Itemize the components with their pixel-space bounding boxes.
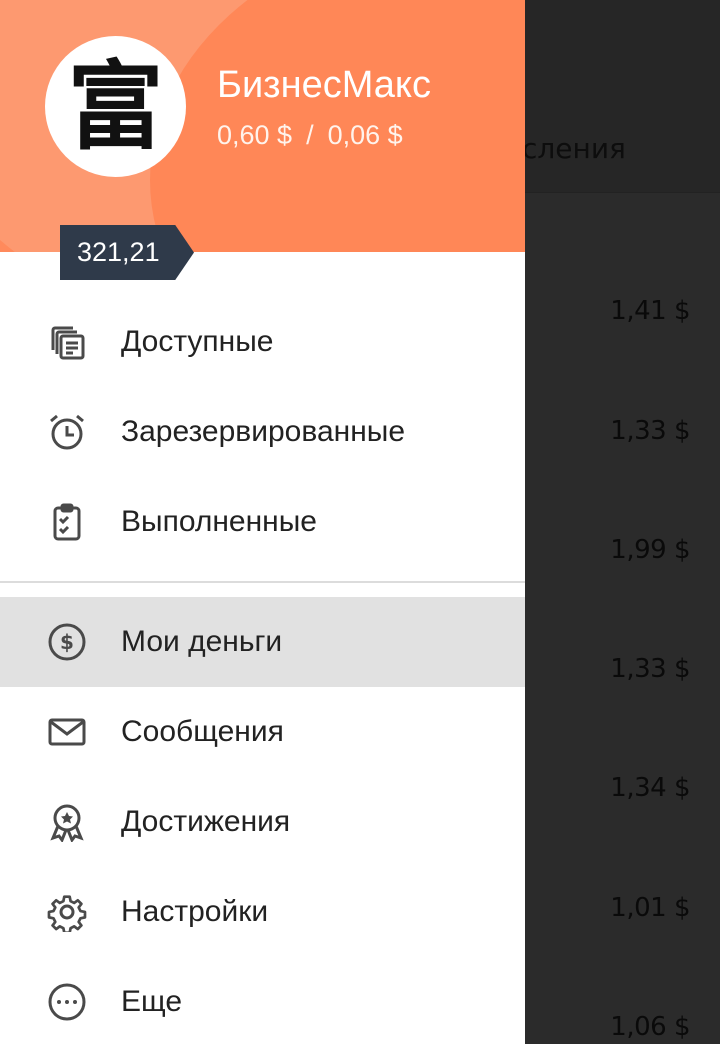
avatar[interactable]: 富	[45, 36, 186, 177]
menu-item-more[interactable]: Еще	[0, 957, 525, 1044]
stat-left: 0,60 $	[217, 120, 293, 150]
stat-right: 0,06 $	[327, 120, 403, 150]
clipboard-check-icon	[45, 500, 89, 544]
background-price: 1,33 $	[610, 654, 690, 684]
mail-icon	[45, 710, 89, 754]
background-price: 1,06 $	[610, 1012, 690, 1042]
navigation-drawer: 富 БизнесМакс 0,60 $ / 0,06 $ 321,21 Доступ…	[0, 0, 525, 1044]
menu-item-achievements[interactable]: Достижения	[0, 777, 525, 867]
background-header-text: сления	[522, 132, 626, 165]
list-icon	[45, 320, 89, 364]
background-price: 1,01 $	[610, 893, 690, 923]
menu-item-label: Настройки	[121, 895, 269, 928]
drawer-menu: Доступные Зарезервированные Выполненные …	[0, 297, 525, 1044]
stat-separator: /	[306, 120, 314, 150]
menu-item-label: Мои деньги	[121, 625, 283, 658]
gear-icon	[45, 890, 89, 934]
user-stats: 0,60 $ / 0,06 $	[217, 120, 403, 151]
drawer-header: 富 БизнесМакс 0,60 $ / 0,06 $	[0, 0, 525, 252]
rating-badge: 321,21	[60, 225, 194, 280]
menu-item-label: Достижения	[121, 805, 291, 838]
menu-item-settings[interactable]: Настройки	[0, 867, 525, 957]
more-icon	[45, 980, 89, 1024]
background-price: 1,34 $	[610, 773, 690, 803]
menu-item-messages[interactable]: Сообщения	[0, 687, 525, 777]
award-icon	[45, 800, 89, 844]
menu-item-my-money[interactable]: $ Мои деньги	[0, 597, 525, 687]
background-price: 1,99 $	[610, 535, 690, 565]
menu-item-available[interactable]: Доступные	[0, 297, 525, 387]
menu-item-reserved[interactable]: Зарезервированные	[0, 387, 525, 477]
menu-item-label: Доступные	[121, 325, 274, 358]
menu-divider	[0, 581, 525, 583]
menu-item-label: Зарезервированные	[121, 415, 406, 448]
background-price: 1,33 $	[610, 416, 690, 446]
menu-item-completed[interactable]: Выполненные	[0, 477, 525, 567]
menu-item-label: Сообщения	[121, 715, 284, 748]
alarm-clock-icon	[45, 410, 89, 454]
user-name: БизнесМакс	[217, 64, 431, 106]
svg-text:$: $	[60, 630, 74, 654]
dollar-coin-icon: $	[45, 620, 89, 664]
menu-item-label: Еще	[121, 985, 183, 1018]
background-price: 1,41 $	[610, 296, 690, 326]
avatar-glyph: 富	[67, 49, 164, 163]
menu-item-label: Выполненные	[121, 505, 317, 538]
